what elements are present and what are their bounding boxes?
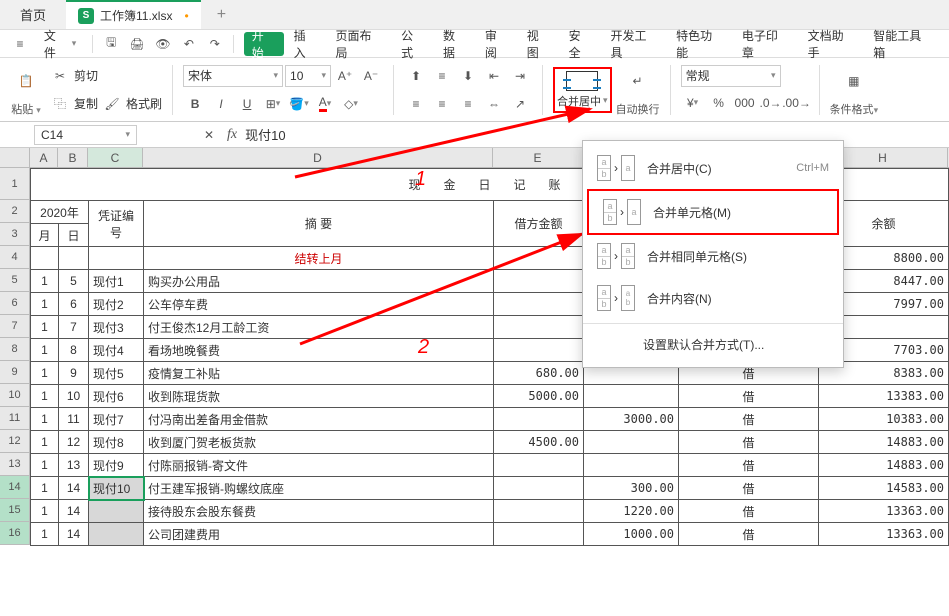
cond-format-label: 条件格式▾ [830, 101, 879, 117]
name-box[interactable]: C14▾ [34, 125, 137, 145]
tab-doc-helper[interactable]: 文档助手 [800, 32, 864, 56]
file-menu[interactable]: 文件 ▾ [34, 33, 86, 55]
decrease-font-icon[interactable]: A⁻ [359, 64, 383, 88]
font-name-select[interactable]: 宋体▾ [183, 65, 283, 87]
align-bottom-icon[interactable]: ⬇ [456, 64, 480, 88]
spreadsheet-icon: S [78, 8, 94, 24]
cond-format-icon[interactable]: ▦ [836, 63, 872, 99]
preview-icon[interactable]: 👁 [151, 33, 175, 55]
paste-label: 粘贴 ▾ [11, 101, 41, 117]
redo-icon[interactable]: ↷ [203, 33, 227, 55]
tab-layout[interactable]: 页面布局 [327, 32, 391, 56]
tab-dev[interactable]: 开发工具 [602, 32, 666, 56]
filename: 工作簿11.xlsx [100, 7, 172, 24]
copy-label: 复制 [74, 95, 98, 112]
tab-security[interactable]: 安全 [561, 32, 601, 56]
italic-icon[interactable]: I [209, 92, 233, 116]
ribbon-tabs: 开始 插入 页面布局 公式 数据 审阅 视图 安全 开发工具 特色功能 电子印章… [244, 32, 941, 56]
merge-center-option[interactable]: ab›a 合并居中(C) Ctrl+M [583, 147, 843, 189]
wrap-text-icon[interactable]: ↵ [620, 63, 656, 99]
align-top-icon[interactable]: ⬆ [404, 64, 428, 88]
merge-center-icon [566, 71, 598, 91]
tab-stamp[interactable]: 电子印章 [734, 32, 798, 56]
copy-icon[interactable]: ⿻ [48, 92, 72, 116]
tab-home[interactable]: 开始 [244, 32, 284, 56]
print-icon[interactable]: 🖨 [125, 33, 149, 55]
merge-default-option[interactable]: 设置默认合并方式(T)... [583, 328, 843, 361]
increase-font-icon[interactable]: A⁺ [333, 64, 357, 88]
tab-formula[interactable]: 公式 [393, 32, 433, 56]
font-color-icon[interactable]: A▾ [313, 92, 337, 116]
format-painter-icon[interactable]: 🖌 [100, 92, 124, 116]
wrap-label: 自动换行 [616, 101, 660, 117]
merge-center-button[interactable]: 合并居中▾ [553, 67, 612, 113]
tab-smart[interactable]: 智能工具箱 [865, 32, 941, 56]
home-tab[interactable]: 首页 [0, 0, 66, 29]
orientation-icon[interactable]: ↗ [508, 92, 532, 116]
menu-toggle[interactable]: ≡ [8, 33, 32, 55]
tab-insert[interactable]: 插入 [286, 32, 326, 56]
align-left-icon[interactable]: ≡ [404, 92, 428, 116]
merge-across-icon[interactable]: ⇔ [482, 92, 506, 116]
tab-feature[interactable]: 特色功能 [668, 32, 732, 56]
align-middle-icon[interactable]: ≡ [430, 64, 454, 88]
indent-right-icon[interactable]: ⇥ [508, 64, 532, 88]
undo-icon[interactable]: ↶ [177, 33, 201, 55]
bold-icon[interactable]: B [183, 92, 207, 116]
cut-label: 剪切 [74, 67, 98, 84]
ribbon: 📋 粘贴 ▾ ✂剪切 ⿻复制 🖌格式刷 宋体▾ 10▾ A⁺ A⁻ B I U … [0, 58, 949, 122]
tab-view[interactable]: 视图 [519, 32, 559, 56]
save-icon[interactable]: 🖫 [99, 33, 123, 55]
menu-bar: ≡ 文件 ▾ 🖫 🖨 👁 ↶ ↷ 开始 插入 页面布局 公式 数据 审阅 视图 … [0, 30, 949, 58]
fx-icon[interactable]: fx [227, 127, 237, 143]
format-painter-label: 格式刷 [126, 95, 162, 112]
title-bar: 首页 S 工作簿11.xlsx • + [0, 0, 949, 30]
file-tab[interactable]: S 工作簿11.xlsx • [66, 0, 201, 29]
underline-icon[interactable]: U [235, 92, 259, 116]
annotation-1: 1 [415, 168, 426, 191]
number-format-select[interactable]: 常规▾ [681, 65, 781, 87]
cut-icon[interactable]: ✂ [48, 64, 72, 88]
comma-icon[interactable]: 000 [733, 91, 757, 115]
percent-icon[interactable]: % [707, 91, 731, 115]
dec-decimal-icon[interactable]: .00→ [785, 91, 809, 115]
currency-icon[interactable]: ¥▾ [681, 91, 705, 115]
border-icon[interactable]: ⊞▾ [261, 92, 285, 116]
indent-left-icon[interactable]: ⇤ [482, 64, 506, 88]
inc-decimal-icon[interactable]: .0→ [759, 91, 783, 115]
cancel-icon[interactable]: ✕ [197, 123, 221, 147]
font-size-select[interactable]: 10▾ [285, 65, 331, 87]
tab-review[interactable]: 审阅 [477, 32, 517, 56]
merge-same-option[interactable]: ab›ab 合并相同单元格(S) [583, 235, 843, 277]
unsaved-indicator: • [184, 9, 188, 23]
paste-icon[interactable]: 📋 [8, 63, 44, 99]
merge-dropdown: ab›a 合并居中(C) Ctrl+M ab›a 合并单元格(M) ab›ab … [582, 140, 844, 368]
align-right-icon[interactable]: ≡ [456, 92, 480, 116]
tab-data[interactable]: 数据 [435, 32, 475, 56]
new-tab-button[interactable]: + [201, 6, 242, 24]
merge-cells-option[interactable]: ab›a 合并单元格(M) [587, 189, 839, 235]
fill-color-icon[interactable]: 🪣▾ [287, 92, 311, 116]
annotation-2: 2 [418, 336, 429, 359]
clear-format-icon[interactable]: ◇▾ [339, 92, 363, 116]
merge-content-option[interactable]: ab›ab 合并内容(N) [583, 277, 843, 319]
align-center-icon[interactable]: ≡ [430, 92, 454, 116]
